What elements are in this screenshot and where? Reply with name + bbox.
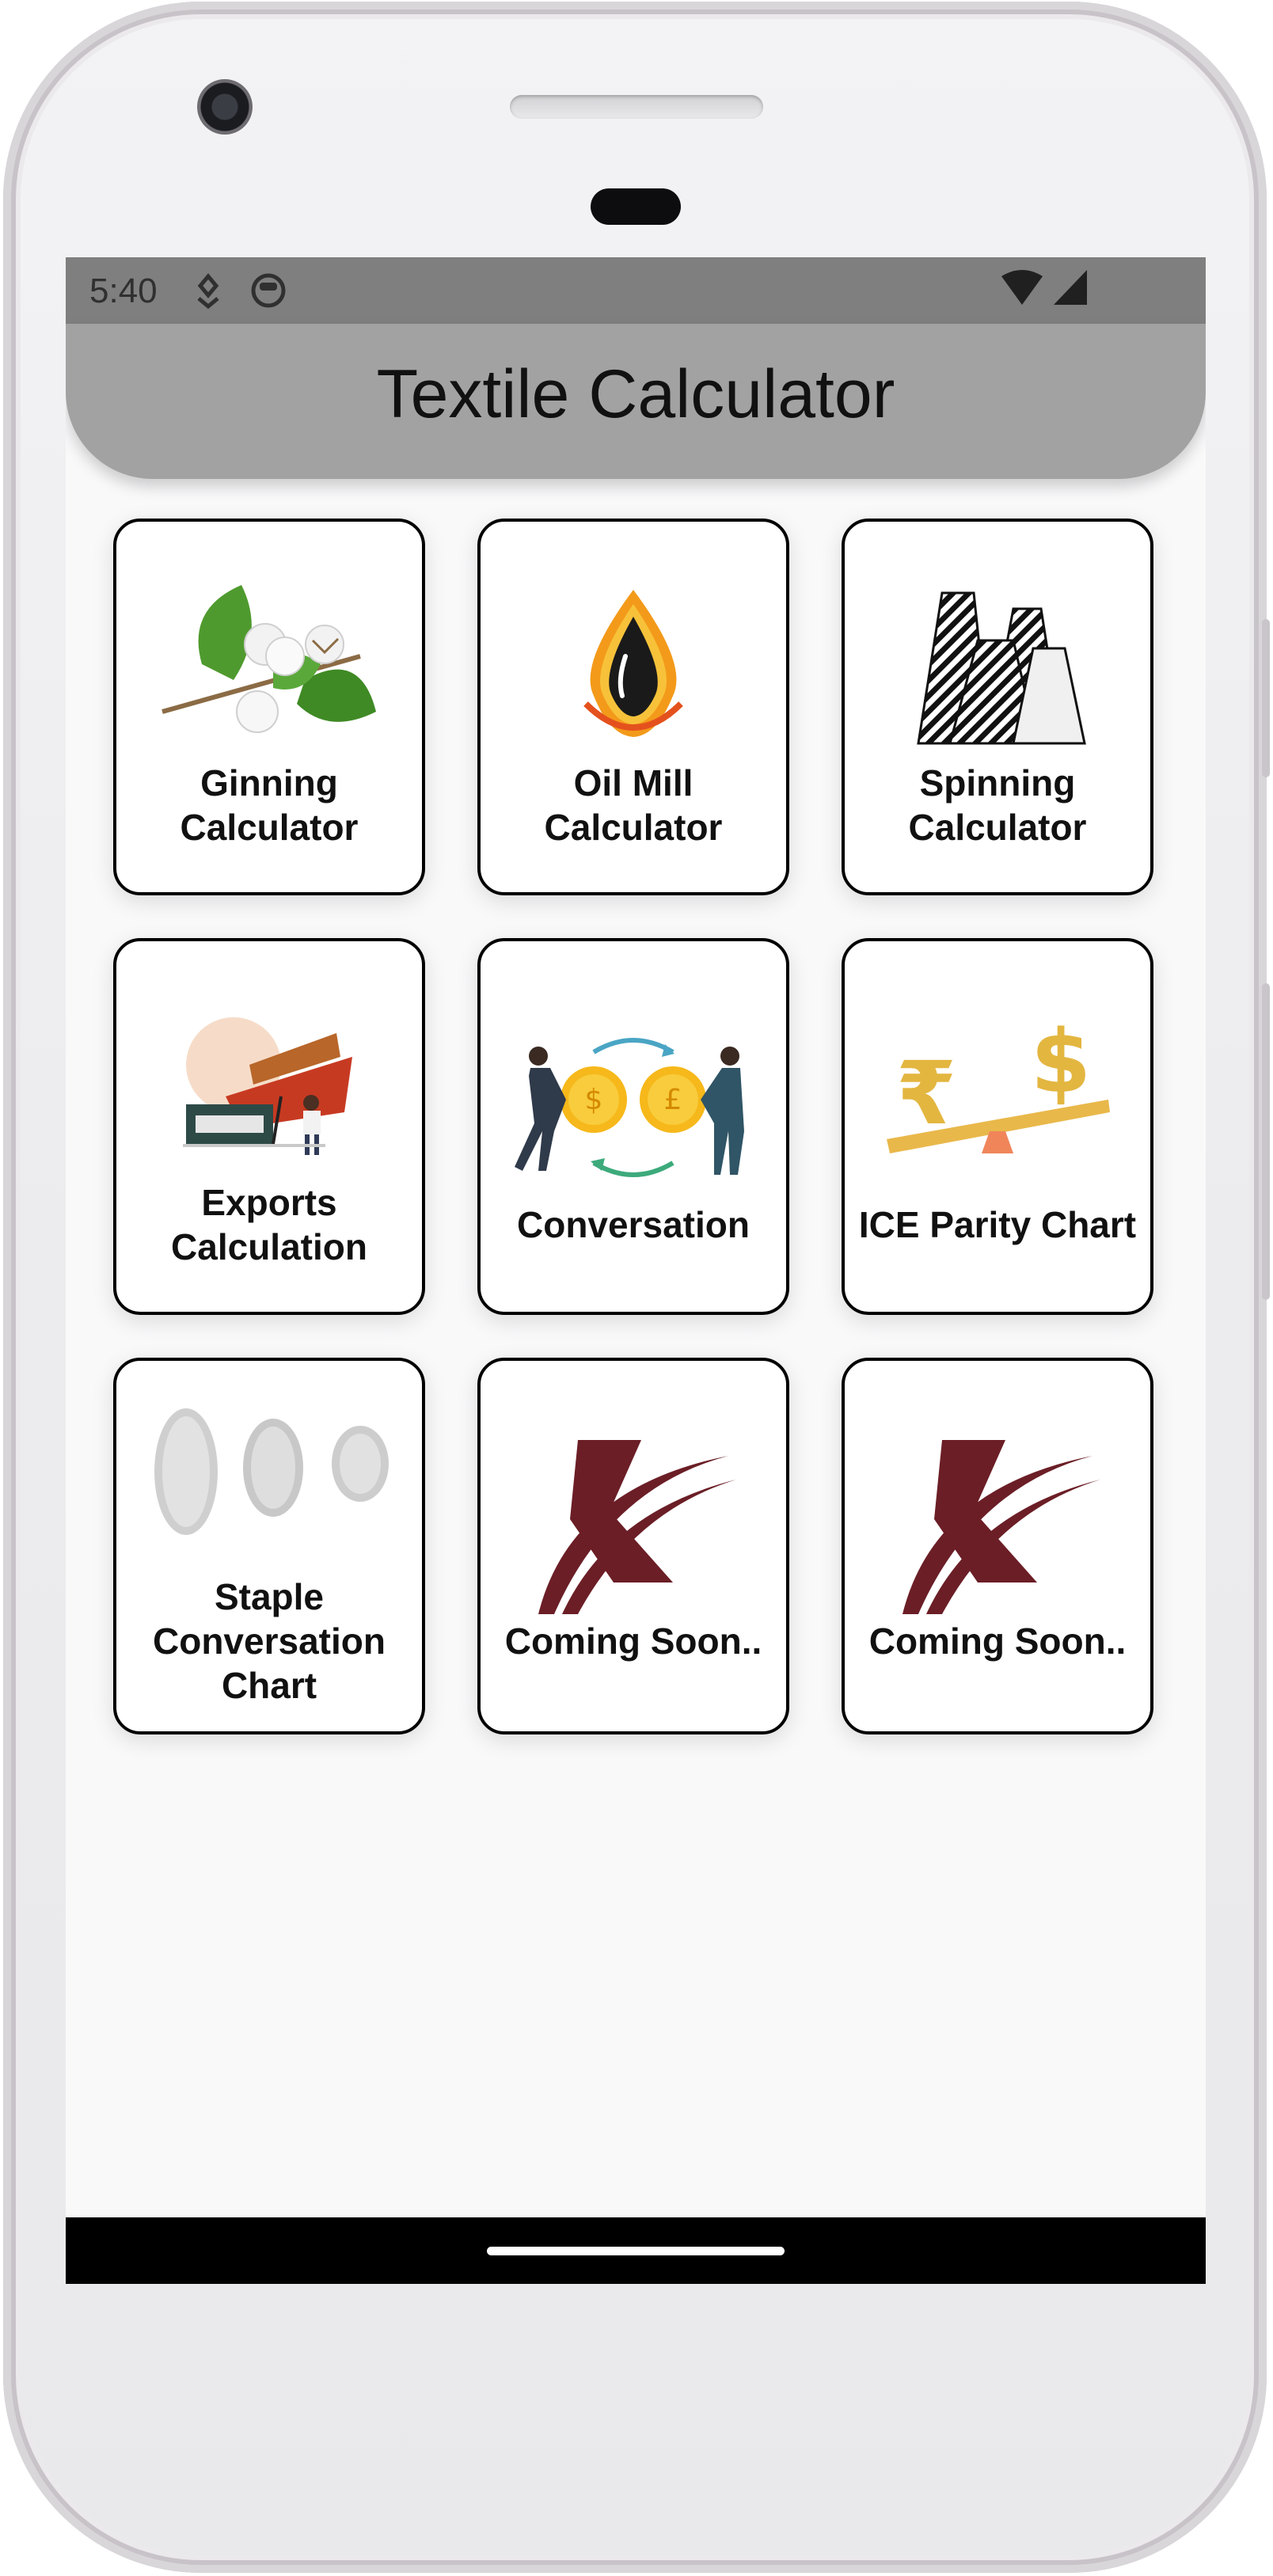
face-icon: [251, 273, 286, 308]
app-bar: Textile Calculator: [66, 324, 1206, 479]
k-logo-icon: [538, 1440, 736, 1614]
tile-ginning-calculator[interactable]: Ginning Calculator: [113, 519, 425, 895]
tile-label: ICE Parity Chart: [858, 1204, 1137, 1245]
tile-conversation[interactable]: $ £ Conversation: [477, 938, 789, 1315]
status-time: 5:40: [89, 272, 158, 310]
svg-text:₹: ₹: [896, 1043, 957, 1144]
volume-button: [1262, 983, 1270, 1300]
status-bar: 5:40: [66, 257, 1206, 324]
tile-oil-mill-calculator[interactable]: Oil Mill Calculator: [477, 519, 789, 895]
page-title: Textile Calculator: [376, 356, 895, 432]
front-camera: [197, 79, 253, 135]
tile-label: Staple Conversation Chart: [153, 1576, 386, 1706]
oil-drop-icon: [583, 590, 683, 737]
earpiece-speaker: [510, 95, 763, 119]
svg-text:$: $: [1031, 1020, 1092, 1112]
phone-frame: 5:40 Textile Calculator Ginning Calculat…: [3, 2, 1270, 2573]
cotton-staple-icon: [154, 1408, 389, 1535]
svg-text:$: $: [585, 1084, 603, 1116]
export-ship-icon: [183, 1017, 352, 1155]
k-logo-icon: [902, 1440, 1100, 1614]
navigation-bar: [66, 2217, 1206, 2284]
tile-label: Exports Calculation: [171, 1182, 367, 1267]
tile-label: Oil Mill Calculator: [544, 762, 723, 848]
screen: 5:40 Textile Calculator Ginning Calculat…: [66, 257, 1206, 2284]
tile-label: Ginning Calculator: [180, 762, 359, 848]
svg-text:£: £: [664, 1084, 682, 1116]
tile-ice-parity-chart[interactable]: ₹ $ ICE Parity Chart: [842, 938, 1153, 1315]
power-button: [1262, 619, 1270, 777]
signal-icon: [1054, 270, 1087, 305]
yarn-cones-icon: [917, 591, 1086, 745]
currency-exchange-icon: $ £: [515, 1038, 744, 1177]
tile-staple-conversation-chart[interactable]: Staple Conversation Chart: [113, 1358, 425, 1734]
wifi-icon: [1001, 270, 1043, 305]
tile-exports-calculation[interactable]: Exports Calculation: [113, 938, 425, 1315]
tile-label: Coming Soon..: [504, 1620, 762, 1662]
tile-coming-soon[interactable]: Coming Soon..: [842, 1358, 1153, 1734]
tile-label: Coming Soon..: [868, 1620, 1127, 1662]
rupee-dollar-balance-icon: ₹ $: [887, 1020, 1110, 1153]
tile-label: Spinning Calculator: [908, 762, 1087, 848]
location-down-icon: [197, 273, 219, 310]
tile-label: Conversation: [517, 1204, 750, 1245]
proximity-sensor: [591, 188, 681, 225]
home-indicator[interactable]: [487, 2247, 785, 2255]
tile-spinning-calculator[interactable]: Spinning Calculator: [842, 519, 1153, 895]
tile-coming-soon[interactable]: Coming Soon..: [477, 1358, 789, 1734]
cotton-icon: [162, 585, 376, 733]
